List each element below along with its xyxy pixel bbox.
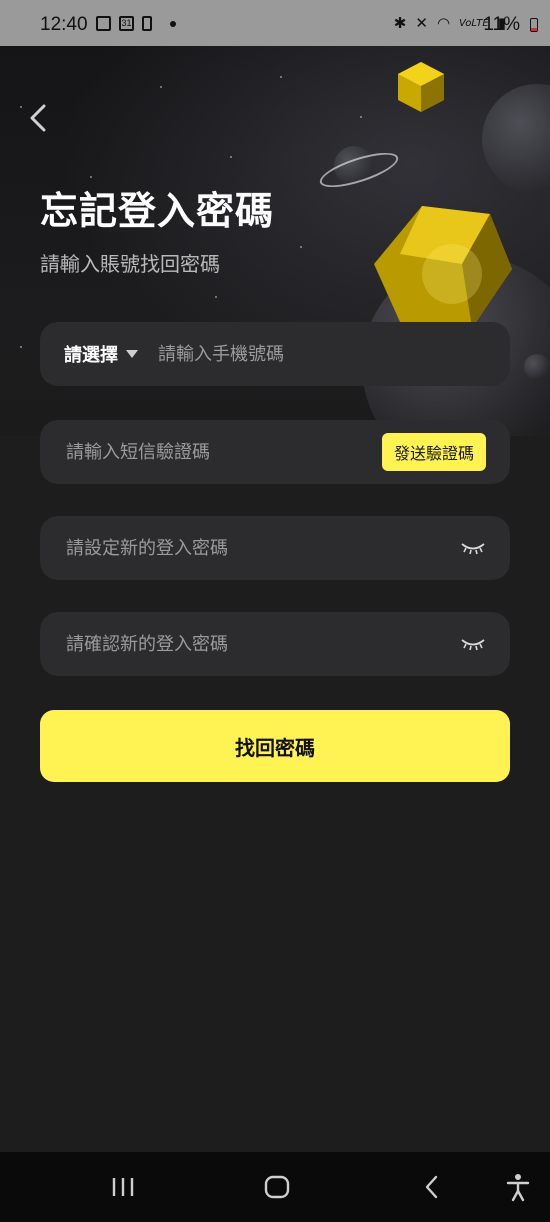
system-nav-bar — [0, 1152, 550, 1222]
confirm-password-field — [40, 612, 510, 676]
sms-code-field: 發送驗證碼 — [40, 420, 510, 484]
home-icon[interactable] — [263, 1172, 291, 1202]
country-select-label: 請選擇 — [64, 345, 118, 366]
send-code-button[interactable]: 發送驗證碼 — [381, 433, 486, 471]
wifi-icon: ◠ — [436, 14, 451, 32]
gold-cube-small — [398, 62, 444, 112]
sms-code-input[interactable] — [64, 440, 382, 464]
eye-closed-icon[interactable] — [460, 637, 486, 651]
battery-percent: 11% — [483, 14, 520, 35]
phone-field: 請選擇 — [40, 322, 510, 386]
new-password-input[interactable] — [64, 536, 460, 560]
calendar-icon: 31 — [119, 16, 134, 31]
page-title: 忘記登入密碼 — [40, 189, 275, 233]
back-nav-icon[interactable] — [420, 1172, 444, 1202]
new-password-field — [40, 516, 510, 580]
gallery-icon — [96, 16, 111, 31]
alert-icon — [142, 16, 152, 31]
gold-cube-large — [374, 206, 512, 328]
status-bar: 12:40 31 ✱ ✕ ◠ VoLTE ▮ 11% — [0, 0, 550, 46]
recover-password-button[interactable]: 找回密碼 — [40, 710, 510, 782]
caret-down-icon — [126, 350, 138, 358]
confirm-password-input[interactable] — [64, 632, 460, 656]
status-time: 12:40 — [40, 14, 88, 35]
status-notifications: 31 — [96, 16, 176, 31]
more-notifications-icon — [170, 20, 176, 27]
back-button[interactable] — [24, 100, 54, 136]
country-code-select[interactable]: 請選擇 — [40, 341, 156, 367]
planet-top-right — [482, 84, 550, 194]
accessibility-icon[interactable] — [505, 1172, 531, 1202]
mute-icon: ✕ — [415, 14, 428, 32]
eye-closed-icon[interactable] — [460, 541, 486, 555]
bluetooth-icon: ✱ — [393, 14, 407, 32]
recent-apps-icon[interactable] — [110, 1172, 136, 1202]
chevron-left-icon — [30, 104, 46, 132]
page-subtitle: 請輸入賬號找回密碼 — [40, 252, 220, 276]
phone-input[interactable] — [156, 342, 510, 366]
battery-icon — [530, 18, 538, 32]
planet-tiny — [524, 354, 550, 380]
